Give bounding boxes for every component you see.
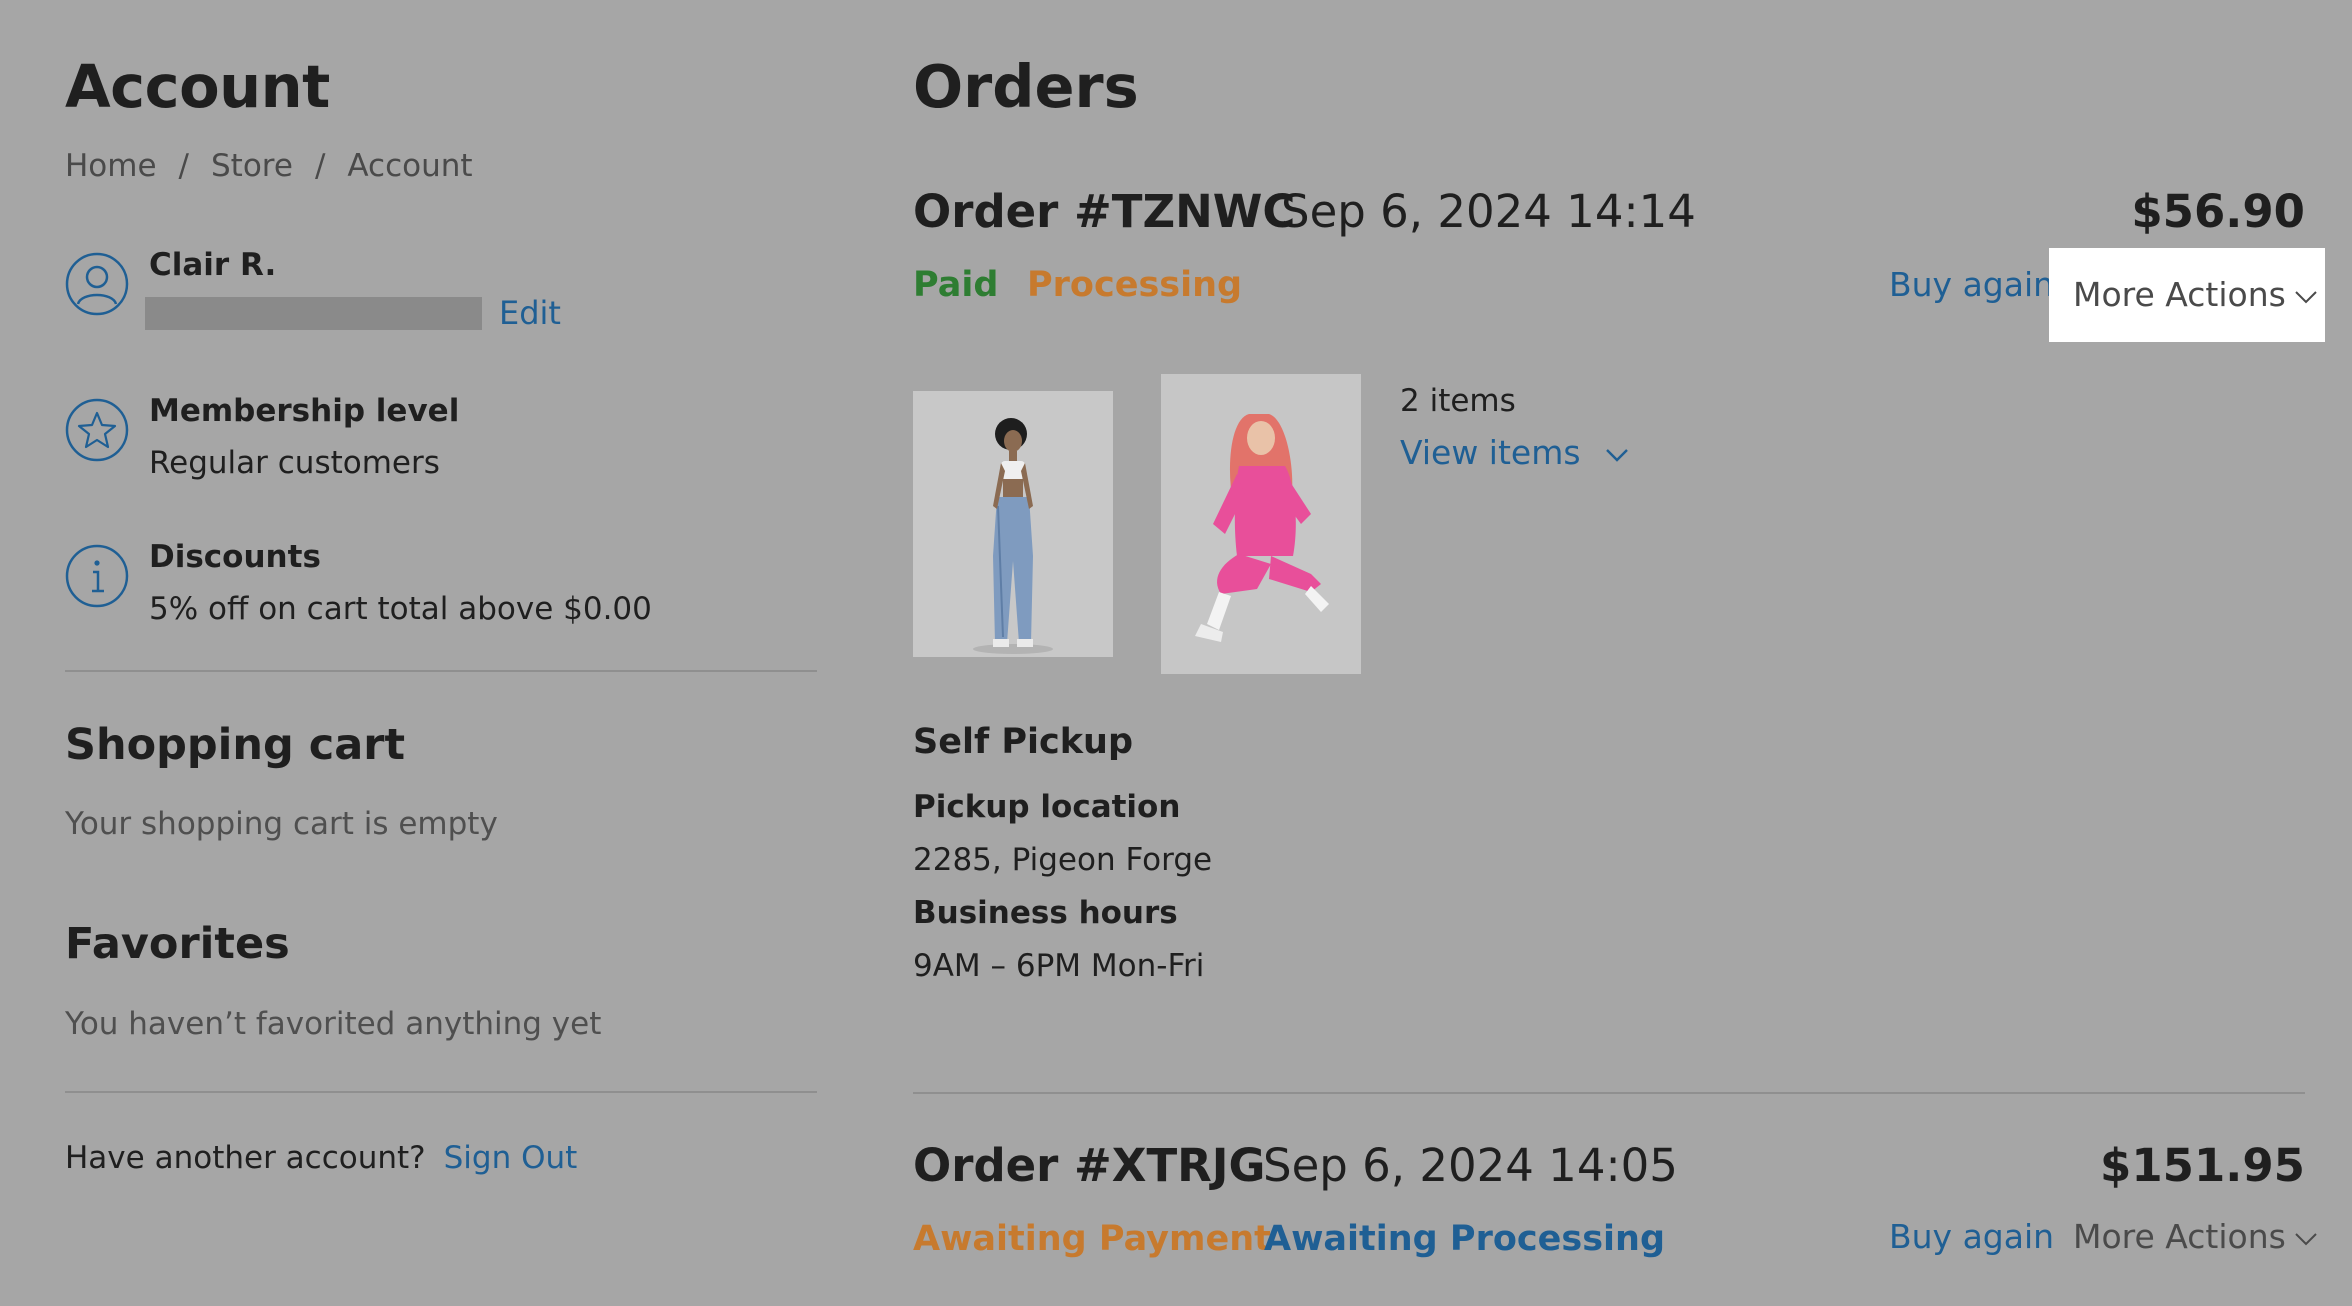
- order-total: $56.90: [2131, 185, 2305, 238]
- orders-title: Orders: [913, 52, 1139, 121]
- breadcrumb: Home / Store / Account: [65, 146, 473, 186]
- signout-prompt: Have another account?: [65, 1140, 426, 1176]
- breadcrumb-home[interactable]: Home: [65, 148, 157, 184]
- signout-row: Have another account? Sign Out: [65, 1137, 577, 1179]
- discounts-value: 5% off on cart total above $0.00: [149, 591, 652, 627]
- star-icon: [65, 398, 129, 462]
- product-thumbnail[interactable]: [913, 391, 1113, 657]
- favorites-title: Favorites: [65, 919, 290, 969]
- view-items-label: View items: [1400, 433, 1581, 472]
- buy-again-button[interactable]: Buy again: [1889, 1214, 2054, 1260]
- order-id: Order #TZNWC: [913, 185, 1296, 238]
- favorites-empty-text: You haven’t favorited anything yet: [65, 1006, 602, 1042]
- chevron-down-icon: [2295, 1232, 2317, 1245]
- payment-status: Paid: [913, 265, 999, 305]
- buy-again-button[interactable]: Buy again: [1889, 262, 2054, 308]
- fulfillment-status: Awaiting Processing: [1264, 1219, 1665, 1259]
- order-date: Sep 6, 2024 14:14: [1281, 185, 1696, 238]
- more-actions-dropdown[interactable]: More Actions: [2073, 1214, 2318, 1260]
- divider: [65, 1091, 817, 1093]
- user-name: Clair R.: [149, 247, 277, 283]
- fulfillment-status: Processing: [1027, 265, 1243, 305]
- business-hours-value: 9AM – 6PM Mon-Fri: [913, 948, 1205, 984]
- more-actions-label: More Actions: [2073, 275, 2286, 314]
- membership-value: Regular customers: [149, 445, 440, 481]
- chevron-down-icon: [1606, 448, 1628, 462]
- redacted-email: [145, 297, 482, 330]
- order-total: $151.95: [2100, 1139, 2305, 1192]
- pickup-location-label: Pickup location: [913, 789, 1181, 825]
- order-card: Order #XTRJG Sep 6, 2024 14:05 $151.95 A…: [913, 1138, 2317, 1298]
- product-image: [913, 391, 1113, 657]
- business-hours-label: Business hours: [913, 895, 1178, 931]
- breadcrumb-separator: /: [314, 148, 326, 184]
- shopping-cart-empty-text: Your shopping cart is empty: [65, 806, 498, 842]
- info-icon: [65, 544, 129, 608]
- breadcrumb-account: Account: [347, 148, 473, 184]
- discounts-title: Discounts: [149, 539, 321, 575]
- membership-title: Membership level: [149, 393, 460, 429]
- delivery-method: Self Pickup: [913, 722, 1133, 762]
- membership-info: Membership level Regular customers: [65, 393, 817, 488]
- chevron-down-icon: [2295, 290, 2317, 303]
- discounts-info: Discounts 5% off on cart total above $0.…: [65, 539, 817, 634]
- items-count: 2 items: [1400, 383, 1516, 419]
- product-image: [1161, 374, 1361, 674]
- divider: [913, 1092, 2305, 1094]
- breadcrumb-separator: /: [178, 148, 189, 184]
- breadcrumb-store[interactable]: Store: [211, 148, 293, 184]
- view-items-toggle[interactable]: View items: [1400, 432, 1629, 474]
- order-card: Order #TZNWC Sep 6, 2024 14:14 $56.90 Pa…: [913, 184, 2325, 1064]
- user-icon: [65, 252, 129, 316]
- payment-status: Awaiting Payment: [913, 1219, 1271, 1259]
- account-title: Account: [65, 52, 330, 121]
- order-date: Sep 6, 2024 14:05: [1263, 1139, 1678, 1192]
- divider: [65, 670, 817, 672]
- product-thumbnail[interactable]: [1161, 374, 1361, 674]
- more-actions-label: More Actions: [2073, 1217, 2286, 1256]
- pickup-location-value: 2285, Pigeon Forge: [913, 842, 1213, 878]
- user-info: Clair R. Edit: [65, 247, 817, 342]
- order-id: Order #XTRJG: [913, 1139, 1266, 1192]
- sign-out-link[interactable]: Sign Out: [444, 1140, 578, 1176]
- edit-profile-link[interactable]: Edit: [499, 292, 561, 334]
- more-actions-dropdown[interactable]: More Actions: [2049, 248, 2325, 342]
- shopping-cart-title: Shopping cart: [65, 720, 406, 770]
